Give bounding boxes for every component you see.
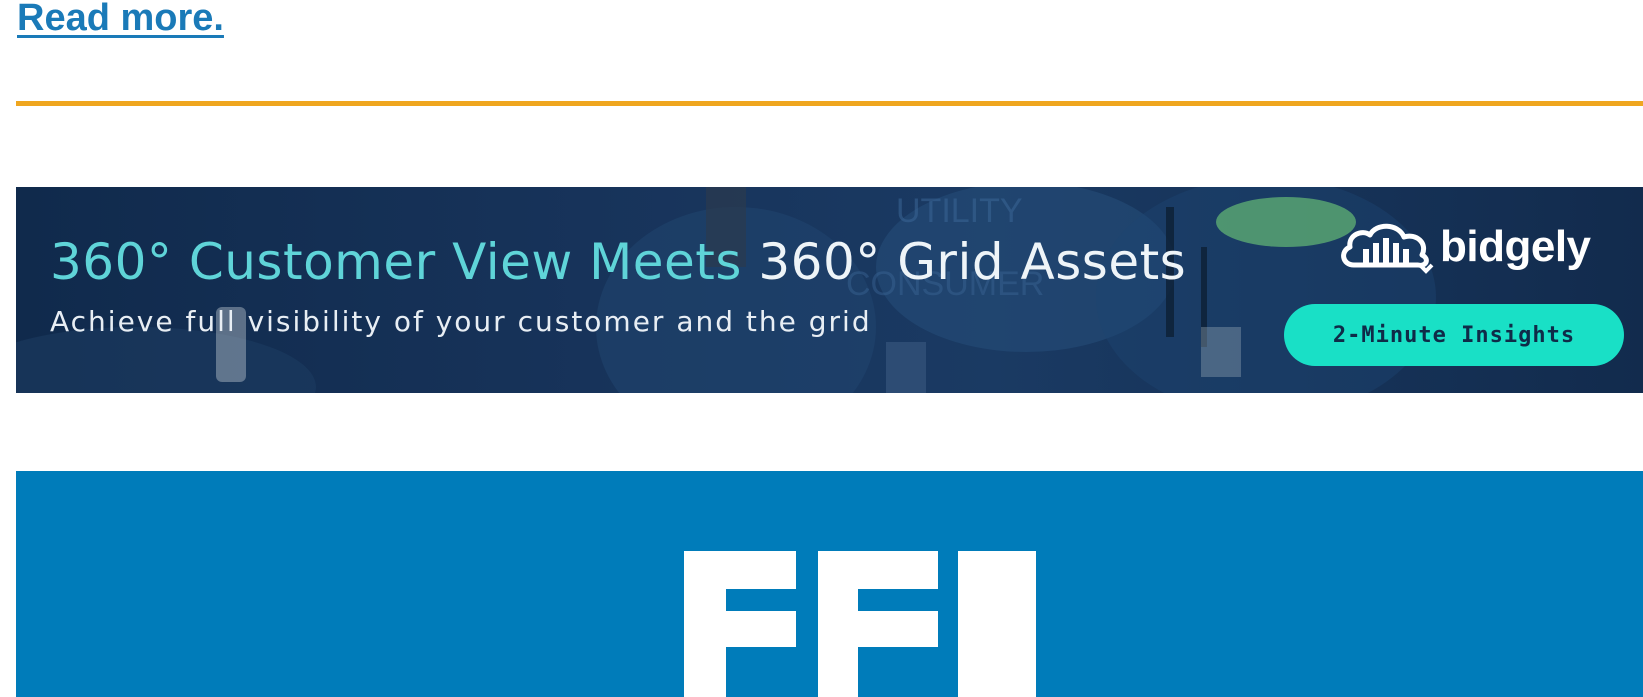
eei-footer-block	[16, 471, 1643, 697]
banner-headline: 360° Customer View Meets 360° Grid Asset…	[50, 232, 1186, 292]
read-more-link[interactable]: Read more.	[17, 0, 224, 38]
banner-headline-part1: 360° Customer View Meets	[50, 233, 759, 291]
bidgely-logo: bidgely	[1336, 217, 1591, 277]
banner-subheadline: Achieve full visibility of your customer…	[50, 305, 872, 338]
two-minute-insights-button[interactable]: 2-Minute Insights	[1284, 304, 1624, 366]
section-divider	[16, 101, 1643, 106]
banner-bg-word: UTILITY	[896, 192, 1023, 230]
brand-name: bidgely	[1440, 222, 1591, 271]
eei-logo	[684, 551, 1036, 697]
bidgely-banner-ad[interactable]: UTILITY CONSUMER 360° Customer View Meet…	[16, 187, 1643, 393]
cloud-bars-icon	[1341, 223, 1434, 274]
banner-headline-part2: 360° Grid Assets	[758, 233, 1187, 291]
